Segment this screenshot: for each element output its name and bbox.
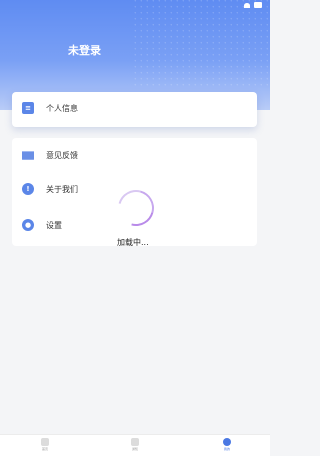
home-icon xyxy=(41,438,49,446)
profile-card[interactable]: ≡ 个人信息 xyxy=(12,92,257,127)
gear-icon: ● xyxy=(22,219,34,231)
tab-label: 通知 xyxy=(131,447,138,451)
login-status-title[interactable]: 未登录 xyxy=(68,42,101,58)
battery-icon xyxy=(254,2,262,8)
menu-item-about[interactable]: ! 关于我们 xyxy=(22,183,78,195)
menu-item-label: 意见反馈 xyxy=(46,150,78,160)
menu-item-label: 关于我们 xyxy=(46,184,78,194)
menu-item-feedback[interactable]: 意见反馈 xyxy=(22,149,78,161)
id-card-icon: ≡ xyxy=(22,102,34,114)
menu-item-label: 设置 xyxy=(46,220,62,230)
info-icon: ! xyxy=(22,183,34,195)
bottom-tab-bar: 首页 通知 我的 xyxy=(0,434,270,456)
mail-icon xyxy=(22,151,34,160)
user-icon xyxy=(223,438,231,446)
tab-label: 我的 xyxy=(223,447,230,451)
tab-profile[interactable]: 我的 xyxy=(212,438,242,451)
tab-home[interactable]: 首页 xyxy=(30,438,60,451)
tab-notifications[interactable]: 通知 xyxy=(120,438,150,451)
status-bar xyxy=(244,2,262,8)
tab-label: 首页 xyxy=(41,447,48,451)
app-screen: 未登录 ≡ 个人信息 意见反馈 ! 关于我们 ● 设置 加载中... 首页 通知 xyxy=(0,0,270,456)
menu-item-settings[interactable]: ● 设置 xyxy=(22,219,62,231)
wifi-icon xyxy=(244,2,250,8)
message-icon xyxy=(131,438,139,446)
profile-row[interactable]: ≡ 个人信息 xyxy=(22,102,78,114)
loading-text: 加载中... xyxy=(117,238,149,247)
profile-label: 个人信息 xyxy=(46,103,78,113)
